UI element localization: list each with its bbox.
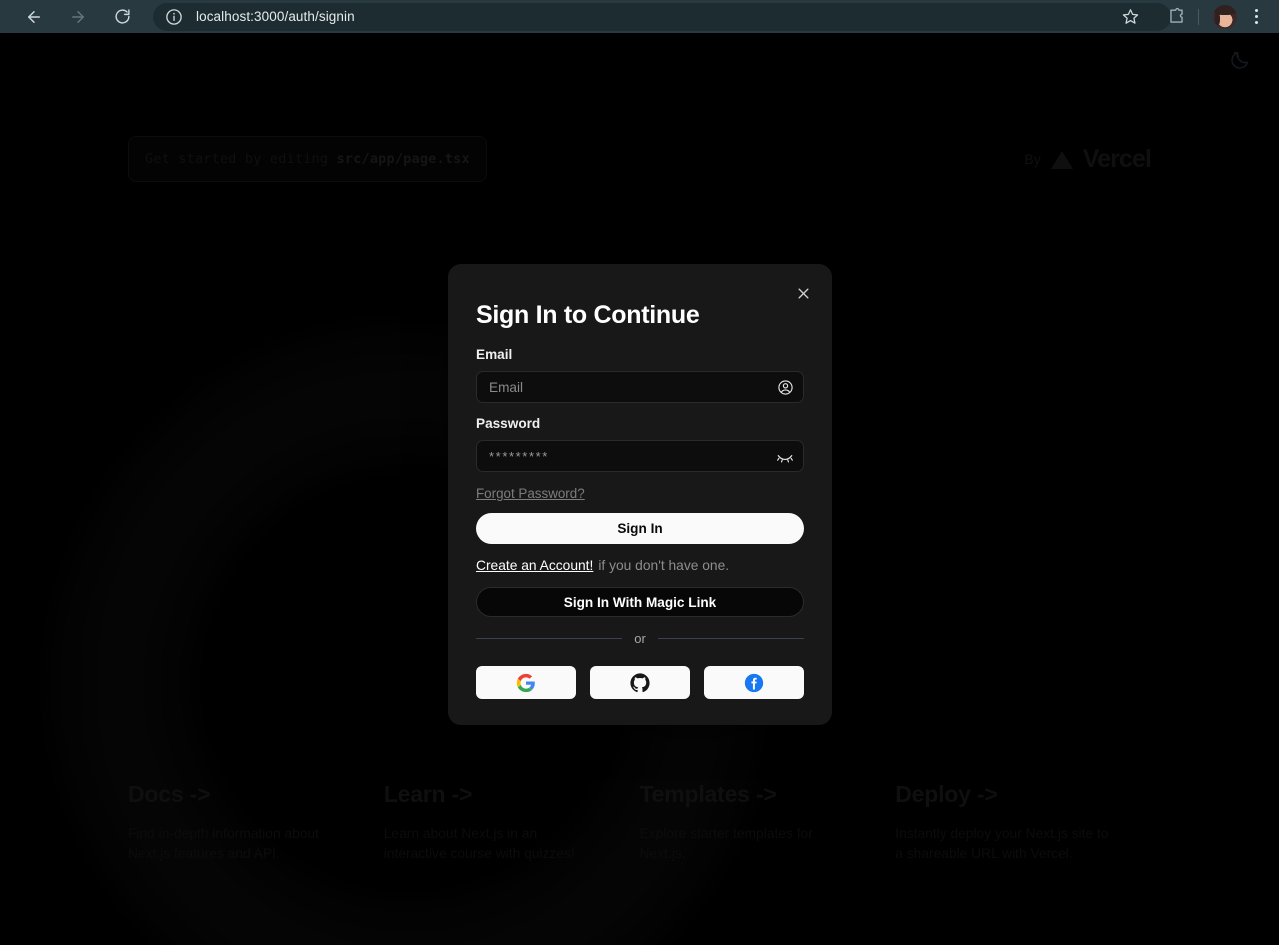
google-signin-button[interactable]	[476, 666, 576, 699]
bookmark-button[interactable]	[1116, 3, 1144, 31]
email-field[interactable]	[476, 371, 804, 403]
magic-link-button[interactable]: Sign In With Magic Link	[476, 587, 804, 617]
or-divider: or	[476, 631, 804, 646]
create-account-row: Create an Account! if you don't have one.	[476, 558, 804, 573]
page-content: Get started by editing src/app/page.tsx …	[0, 33, 1279, 945]
signin-dialog: Sign In to Continue Email Password	[448, 264, 832, 725]
avatar[interactable]	[1213, 4, 1237, 29]
back-button[interactable]	[20, 3, 48, 31]
facebook-signin-button[interactable]	[704, 666, 804, 699]
divider-line-left	[476, 638, 623, 639]
google-icon	[516, 673, 535, 692]
divider-line-right	[657, 638, 804, 639]
reload-button[interactable]	[108, 3, 136, 31]
address-bar[interactable]: localhost:3000/auth/signin	[153, 2, 1171, 31]
create-account-link[interactable]: Create an Account!	[476, 558, 593, 573]
github-icon	[630, 672, 650, 692]
browser-toolbar: localhost:3000/auth/signin	[0, 0, 1279, 33]
sign-in-button[interactable]: Sign In	[476, 513, 804, 544]
close-icon	[798, 288, 808, 298]
chrome-right-actions	[1116, 0, 1273, 33]
password-field-wrap	[476, 440, 804, 472]
email-field-wrap	[476, 371, 804, 403]
toolbar-divider	[1198, 8, 1199, 25]
password-field[interactable]	[476, 440, 804, 472]
social-login-row	[476, 666, 804, 699]
arrow-right-icon	[72, 10, 84, 23]
create-account-tail: if you don't have one.	[598, 558, 730, 573]
forward-button[interactable]	[64, 3, 92, 31]
url-text: localhost:3000/auth/signin	[196, 9, 355, 24]
forgot-password-link[interactable]: Forgot Password?	[476, 486, 585, 501]
github-signin-button[interactable]	[590, 666, 690, 699]
reload-icon	[114, 9, 130, 24]
arrow-left-icon	[28, 10, 40, 23]
three-dot-menu-icon[interactable]	[1243, 4, 1269, 30]
email-label: Email	[476, 347, 513, 362]
puzzle-piece-icon	[1169, 7, 1183, 23]
user-circle-icon	[776, 378, 794, 396]
info-circle-icon[interactable]	[165, 8, 183, 26]
eye-off-icon[interactable]	[776, 447, 794, 465]
divider-label: or	[634, 631, 646, 646]
facebook-icon	[744, 673, 764, 692]
page-title: Sign In to Continue	[476, 301, 700, 329]
password-label: Password	[476, 416, 541, 431]
close-button[interactable]	[792, 282, 814, 304]
extensions-button[interactable]	[1162, 3, 1190, 31]
star-icon	[1122, 9, 1138, 24]
